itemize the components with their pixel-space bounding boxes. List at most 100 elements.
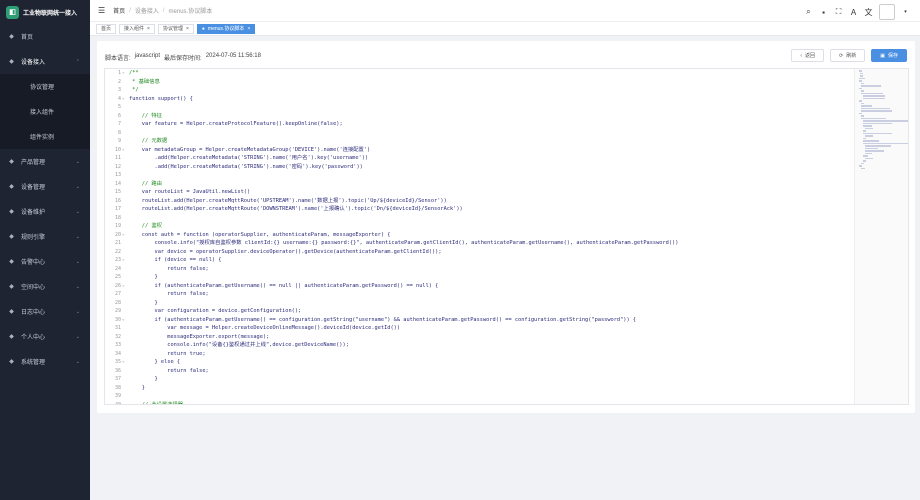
- line-number: 32: [114, 333, 121, 340]
- chevron-down-icon: ⌄: [75, 158, 80, 165]
- back-button[interactable]: ‹ 返回: [791, 49, 825, 62]
- code-text: /**: [129, 70, 139, 76]
- line-number: 25: [114, 274, 121, 280]
- sidebar-item-8[interactable]: ◆ 日志中心 ⌄: [0, 299, 90, 324]
- code-line: 19 // 鉴权: [115, 222, 854, 231]
- fold-chevron-icon[interactable]: ⌄: [122, 95, 125, 104]
- minimap-line: [863, 140, 880, 142]
- rule-icon: ◆: [9, 234, 14, 240]
- message-icon[interactable]: ▪: [819, 8, 828, 17]
- code-text: var metadataGroup = Helper.createMetadat…: [129, 146, 371, 153]
- tab-2[interactable]: 协议管理 ×: [157, 23, 194, 34]
- code-line: 31 var message = Helper.createDeviceOnli…: [115, 324, 854, 333]
- dot-icon: ●: [201, 25, 205, 32]
- line-number: 17: [114, 206, 121, 212]
- close-icon[interactable]: ×: [147, 26, 150, 32]
- code-line: 33 console.info("设备{}鉴权通过并上线",device.get…: [115, 341, 854, 350]
- line-number: 29: [114, 308, 121, 314]
- sidebar-item-0[interactable]: ◆ 首页: [0, 24, 90, 49]
- code-minimap[interactable]: [854, 69, 908, 404]
- line-number: 20: [114, 231, 121, 238]
- home-icon: ◆: [9, 34, 14, 40]
- menu-toggle-icon[interactable]: ☰: [98, 6, 105, 15]
- line-number: 19: [114, 223, 121, 229]
- fullscreen-icon[interactable]: ⛶: [834, 7, 843, 17]
- line-number: 22: [114, 248, 121, 255]
- line-number: 12: [114, 163, 121, 170]
- minimap-line: [861, 92, 883, 94]
- code-line: 5: [118, 103, 854, 112]
- sidebar-menu: ◆ 首页 ◆ 设备接入 ⌃ 协议管理 接入组件 组件实例 ◆ 产品管理 ⌄ ◆ 设备管理 ⌄ ◆ 设备维护 ⌄ ◆…: [0, 24, 90, 374]
- submenu-item-label: 协议管理: [30, 85, 55, 91]
- close-icon[interactable]: ×: [186, 26, 189, 32]
- sidebar-item-label: 系统管理: [21, 360, 46, 366]
- minimap-line: [863, 155, 868, 157]
- sidebar-item-2[interactable]: ◆ 产品管理 ⌄: [0, 149, 90, 174]
- fold-chevron-icon[interactable]: ⌄: [122, 316, 125, 325]
- fold-chevron-icon[interactable]: ⌄: [122, 146, 125, 155]
- chevron-down-icon: ⌄: [75, 333, 80, 340]
- code-text: }: [129, 274, 158, 280]
- language-icon[interactable]: 文: [864, 8, 873, 17]
- submenu-item-0[interactable]: 协议管理: [0, 74, 90, 99]
- close-icon[interactable]: ×: [247, 26, 250, 32]
- minimap-line: [863, 142, 908, 144]
- code-text: return true;: [129, 350, 206, 357]
- fold-chevron-icon[interactable]: ⌄: [122, 282, 125, 291]
- sidebar-item-3[interactable]: ◆ 设备管理 ⌄: [0, 174, 90, 199]
- code-line: 37 }: [115, 375, 854, 384]
- fold-chevron-icon[interactable]: ⌄: [122, 231, 125, 240]
- sidebar-item-4[interactable]: ◆ 设备维护 ⌄: [0, 199, 90, 224]
- fold-chevron-icon[interactable]: ⌄: [122, 69, 125, 78]
- save-button[interactable]: ▣ 保存: [871, 49, 907, 62]
- code-text: var device = operatorSupplier.deviceOper…: [129, 248, 442, 255]
- line-number: 31: [114, 325, 121, 331]
- chevron-up-icon: ⌃: [75, 58, 80, 65]
- submenu-item-1[interactable]: 接入组件: [0, 99, 90, 124]
- avatar[interactable]: [879, 4, 895, 20]
- chevron-down-icon: ⌄: [75, 308, 80, 315]
- chevron-down-icon[interactable]: ▾: [901, 8, 910, 17]
- code-text: } else {: [129, 359, 181, 365]
- line-number: 18: [114, 214, 121, 221]
- tab-3[interactable]: ● menus.协议脚本 ×: [196, 23, 256, 34]
- tab-0[interactable]: 首页: [96, 23, 117, 34]
- line-number: 24: [114, 265, 121, 272]
- search-icon[interactable]: ⌕: [804, 7, 813, 17]
- refresh-button[interactable]: ⟳ 刷新: [830, 49, 866, 62]
- sidebar: ◧ 工业物联网统一接入 ◆ 首页 ◆ 设备接入 ⌃ 协议管理 接入组件 组件实例 ◆ 产品管理 ⌄ ◆…: [0, 0, 90, 500]
- code-text: */: [129, 87, 139, 93]
- breadcrumb-item-device-access[interactable]: 设备接入: [135, 6, 159, 15]
- code-line: 22 var device = operatorSupplier.deviceO…: [115, 248, 854, 257]
- minimap-line: [863, 137, 866, 139]
- font-size-icon[interactable]: A: [849, 8, 858, 17]
- sidebar-item-6[interactable]: ◆ 告警中心 ⌄: [0, 249, 90, 274]
- code-line: 34 return true;: [115, 350, 854, 359]
- brand: ◧ 工业物联网统一接入: [0, 0, 90, 24]
- code-editor[interactable]: 1 ⌄/** 2 * 基础信息 3 */4 ⌄ function support() {5…: [104, 68, 909, 405]
- code-text: var feature = Helper.createProtocolFeatu…: [129, 121, 343, 127]
- line-number: 9: [117, 138, 121, 144]
- submenu-item-2[interactable]: 组件实例: [0, 124, 90, 149]
- sidebar-item-9[interactable]: ◆ 个人中心 ⌄: [0, 324, 90, 349]
- tab-1[interactable]: 接入组件 ×: [119, 23, 155, 34]
- breadcrumb-item-home[interactable]: 首页: [113, 6, 125, 15]
- chevron-down-icon: ⌄: [75, 233, 80, 240]
- code-line: 9 // 元数据: [118, 137, 854, 146]
- sidebar-item-10[interactable]: ◆ 系统管理 ⌄: [0, 349, 90, 374]
- device-icon: ◆: [9, 184, 14, 190]
- sidebar-item-7[interactable]: ◆ 空间中心 ⌄: [0, 274, 90, 299]
- fold-chevron-icon[interactable]: ⌄: [122, 256, 125, 265]
- chevron-down-icon: ⌄: [75, 358, 80, 365]
- sidebar-item-5[interactable]: ◆ 规则引擎 ⌄: [0, 224, 90, 249]
- code-area[interactable]: 1 ⌄/** 2 * 基础信息 3 */4 ⌄ function support() {5…: [115, 69, 854, 404]
- fold-chevron-icon[interactable]: ⌄: [122, 358, 125, 367]
- script-meta: 脚本语言: javascript 最后保存时间: 2024-07-05 11:5…: [105, 53, 261, 62]
- line-number: 21: [114, 240, 121, 246]
- sidebar-item-label: 设备维护: [21, 210, 46, 216]
- minimap-line: [859, 112, 862, 114]
- code-text: return false;: [129, 367, 209, 374]
- sidebar-item-1[interactable]: ◆ 设备接入 ⌃: [0, 49, 90, 74]
- code-text: if (authenticateParam.getUsername() == c…: [129, 316, 637, 323]
- chevron-down-icon: ⌄: [75, 258, 80, 265]
